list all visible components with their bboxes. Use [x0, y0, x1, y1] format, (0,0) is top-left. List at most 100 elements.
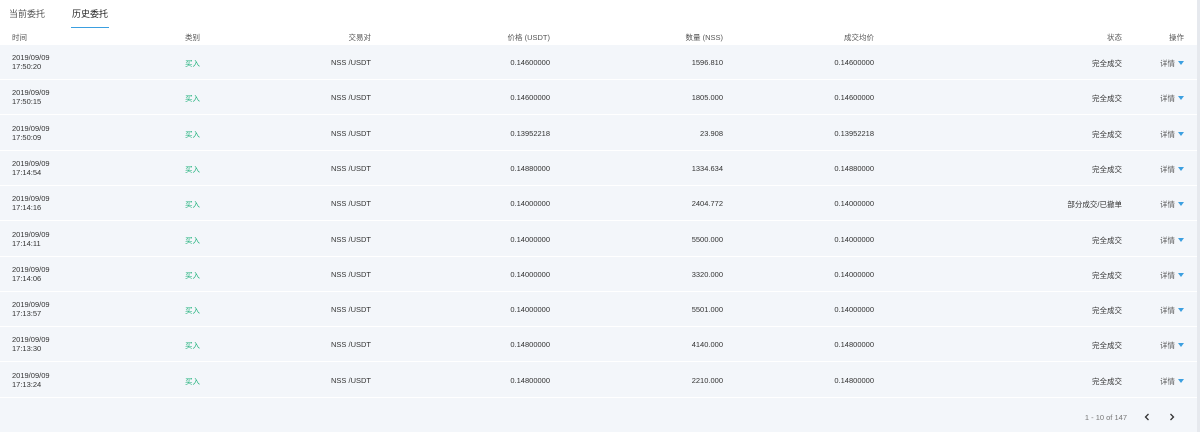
- table-row: 2019/09/09 17:13:30 买入 NSS /USDT 0.14800000 4…: [0, 327, 1200, 363]
- order-type: 买入: [185, 200, 200, 210]
- order-price: 0.14000000: [510, 305, 550, 315]
- detail-label: 详情: [1160, 59, 1175, 68]
- detail-dropdown[interactable]: 详情: [1160, 305, 1184, 316]
- order-quantity: 1334.634: [691, 163, 723, 173]
- order-date: 2019/09/09: [12, 264, 50, 274]
- header-type: 类别: [185, 33, 200, 42]
- header-quantity: 数量 (NSS): [685, 33, 724, 42]
- tab-current-orders[interactable]: 当前委托: [9, 7, 45, 28]
- order-quantity: 1596.810: [691, 58, 723, 67]
- order-status: 完全成交: [1092, 376, 1122, 386]
- table-row: 2019/09/09 17:14:16 买入 NSS /USDT 0.14000000 2…: [0, 186, 1200, 222]
- order-time: 2019/09/09 17:13:30: [12, 335, 50, 353]
- order-pair: NSS /USDT: [330, 163, 371, 173]
- order-type: 买入: [185, 235, 200, 245]
- detail-label: 详情: [1160, 306, 1175, 316]
- tab-history-orders[interactable]: 历史委托: [71, 7, 110, 29]
- chevron-left-icon: [1144, 413, 1149, 421]
- detail-dropdown[interactable]: 详情: [1160, 93, 1184, 104]
- order-quantity: 2210.000: [691, 375, 723, 385]
- detail-label: 详情: [1160, 341, 1175, 351]
- detail-label: 详情: [1160, 94, 1175, 104]
- detail-dropdown[interactable]: 详情: [1160, 270, 1184, 281]
- order-pair: NSS /USDT: [330, 199, 371, 209]
- order-price: 0.14800000: [510, 375, 550, 385]
- table-row: 2019/09/09 17:14:06 买入 NSS /USDT 0.14000000 3…: [0, 256, 1200, 292]
- table-row: 2019/09/09 17:50:20 买入 NSS /USDT 0.14600000 1…: [0, 45, 1200, 80]
- pagination: 1 - 10 of 147: [0, 402, 1200, 432]
- order-clock: 17:13:30: [12, 344, 42, 354]
- order-clock: 17:14:06: [12, 273, 42, 283]
- order-date: 2019/09/09: [12, 300, 50, 310]
- order-average-price: 0.14600000: [834, 93, 874, 103]
- order-pair: NSS /USDT: [330, 375, 371, 385]
- order-status: 完全成交: [1092, 235, 1122, 245]
- detail-dropdown[interactable]: 详情: [1160, 199, 1184, 210]
- order-price: 0.14000000: [510, 199, 550, 209]
- order-clock: 17:50:20: [12, 62, 42, 71]
- order-quantity: 5500.000: [691, 234, 723, 244]
- caret-down-icon: [1178, 166, 1184, 171]
- order-clock: 17:14:11: [12, 238, 41, 248]
- order-tabs: 当前委托 历史委托: [0, 0, 1200, 29]
- table-row: 2019/09/09 17:13:57 买入 NSS /USDT 0.14000000 5…: [0, 292, 1200, 328]
- order-price: 0.13952218: [510, 128, 550, 138]
- detail-dropdown[interactable]: 详情: [1160, 376, 1184, 387]
- order-average-price: 0.14600000: [834, 58, 874, 67]
- caret-down-icon: [1178, 308, 1184, 313]
- order-clock: 17:13:57: [12, 309, 42, 319]
- order-type: 买入: [185, 94, 200, 104]
- order-pair: NSS /USDT: [330, 269, 371, 279]
- order-type: 买入: [185, 164, 200, 174]
- caret-down-icon: [1178, 202, 1184, 207]
- table-row: 2019/09/09 17:50:09 买入 NSS /USDT 0.13952218 2…: [0, 115, 1200, 151]
- table-header: 时间 类别 交易对 价格 (USDT) 数量 (NSS) 成交均价 状态 操作: [0, 28, 1200, 45]
- order-date: 2019/09/09: [12, 53, 50, 62]
- table-row: 2019/09/09 17:50:15 买入 NSS /USDT 0.14600000 1…: [0, 80, 1200, 116]
- order-average-price: 0.13952218: [834, 128, 874, 138]
- order-average-price: 0.14800000: [834, 375, 874, 385]
- order-status: 完全成交: [1092, 59, 1122, 68]
- order-clock: 17:14:54: [12, 167, 42, 177]
- order-date: 2019/09/09: [12, 335, 50, 345]
- detail-dropdown[interactable]: 详情: [1160, 235, 1184, 246]
- header-price: 价格 (USDT): [507, 33, 551, 42]
- order-time: 2019/09/09 17:13:57: [12, 300, 50, 318]
- order-time: 2019/09/09 17:50:09: [12, 124, 50, 142]
- order-quantity: 23.908: [700, 128, 723, 138]
- order-status: 完全成交: [1092, 129, 1122, 139]
- order-average-price: 0.14000000: [834, 234, 874, 244]
- detail-dropdown[interactable]: 详情: [1160, 129, 1184, 140]
- header-pair: 交易对: [348, 33, 372, 42]
- order-average-price: 0.14000000: [834, 199, 874, 209]
- order-history-page: 当前委托 历史委托 时间 类别 交易对 价格 (USDT) 数量 (NSS) 成…: [0, 0, 1200, 432]
- order-time: 2019/09/09 17:14:06: [12, 265, 50, 283]
- order-status: 部分成交/已撤单: [1067, 200, 1122, 210]
- caret-down-icon: [1178, 96, 1184, 101]
- header-status: 状态: [1107, 33, 1122, 42]
- order-type: 买入: [185, 306, 200, 316]
- table-row: 2019/09/09 17:14:11 买入 NSS /USDT 0.14000000 5…: [0, 221, 1200, 257]
- table-row: 2019/09/09 17:13:24 买入 NSS /USDT 0.14800000 2…: [0, 362, 1200, 398]
- detail-dropdown[interactable]: 详情: [1160, 164, 1184, 175]
- detail-label: 详情: [1160, 270, 1175, 280]
- next-page-button[interactable]: [1165, 410, 1179, 424]
- caret-down-icon: [1178, 131, 1184, 136]
- order-time: 2019/09/09 17:14:16: [12, 194, 50, 212]
- order-date: 2019/09/09: [12, 229, 50, 239]
- order-price: 0.14600000: [510, 58, 550, 67]
- header-time: 时间: [12, 33, 27, 42]
- caret-down-icon: [1178, 272, 1184, 277]
- order-pair: NSS /USDT: [330, 234, 371, 244]
- order-quantity: 4140.000: [691, 340, 723, 350]
- detail-label: 详情: [1160, 235, 1175, 245]
- order-quantity: 5501.000: [691, 305, 723, 315]
- order-time: 2019/09/09 17:14:11: [12, 230, 50, 248]
- order-quantity: 2404.772: [691, 199, 723, 209]
- order-status: 完全成交: [1092, 94, 1122, 104]
- detail-dropdown[interactable]: 详情: [1160, 340, 1184, 351]
- order-average-price: 0.14880000: [834, 163, 874, 173]
- detail-dropdown[interactable]: 详情: [1160, 58, 1184, 69]
- prev-page-button[interactable]: [1140, 410, 1154, 424]
- order-price: 0.14000000: [510, 269, 550, 279]
